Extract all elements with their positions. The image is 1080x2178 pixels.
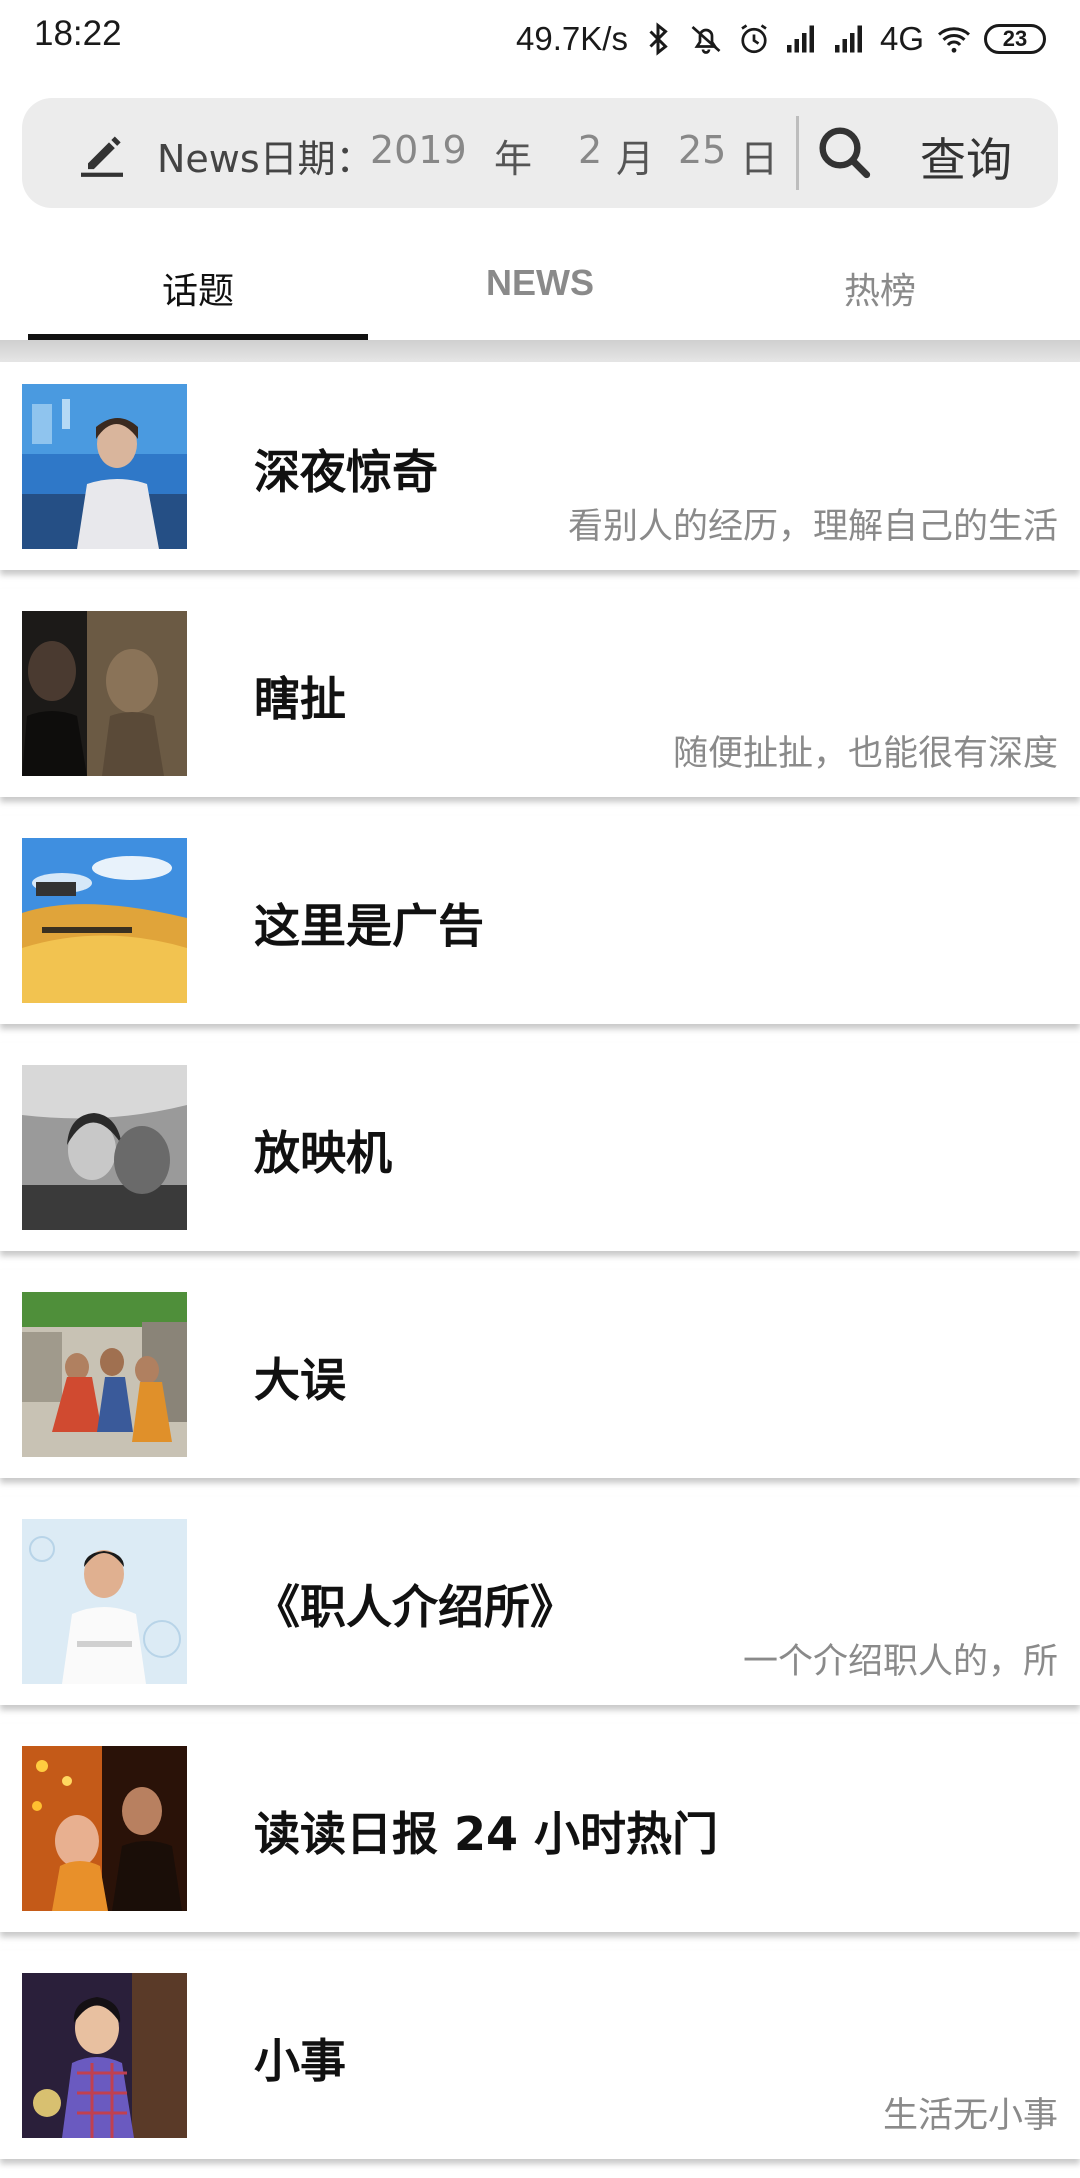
signal-icon: [834, 25, 862, 53]
item-title: 深夜惊奇: [254, 445, 438, 499]
edit-icon[interactable]: [74, 126, 130, 182]
query-button[interactable]: 查询: [920, 124, 1012, 190]
item-title: 读读日报 24 小时热门: [254, 1807, 719, 1861]
topic-list: 深夜惊奇 看别人的经历，理解自己的生活 瞎扯 随便扯扯，也能很有深度 这里是广告…: [0, 362, 1080, 2178]
thumbnail-image: [22, 1746, 187, 1911]
year-unit: 年: [494, 137, 533, 181]
tab-topics[interactable]: 话题: [28, 262, 368, 314]
list-item[interactable]: 放映机: [0, 1043, 1080, 1251]
tab-divider: [0, 340, 1080, 362]
list-item[interactable]: 瞎扯 随便扯扯，也能很有深度: [0, 589, 1080, 797]
search-icon[interactable]: [812, 120, 876, 184]
thumbnail-image: [22, 1519, 187, 1684]
status-icons: 49.7K/s 4G 23: [516, 14, 1046, 64]
thumbnail-image: [22, 1292, 187, 1457]
status-bar: 18:22 49.7K/s 4G 23: [0, 0, 1080, 80]
list-item[interactable]: 读读日报 24 小时热门: [0, 1724, 1080, 1932]
year-value[interactable]: 2019: [370, 128, 467, 172]
item-subtitle: 生活无小事: [882, 2096, 1058, 2136]
item-title: 放映机: [254, 1126, 392, 1180]
list-item[interactable]: 《职人介绍所》 一个介绍职人的，所: [0, 1497, 1080, 1705]
list-item[interactable]: 小事 生活无小事: [0, 1951, 1080, 2159]
status-time: 18:22: [34, 14, 122, 53]
day-unit: 日: [740, 137, 779, 181]
thumbnail-image: [22, 838, 187, 1003]
item-title: 《职人介绍所》: [254, 1580, 576, 1634]
tab-news[interactable]: NEWS: [370, 262, 710, 304]
network-type: 4G: [879, 20, 924, 57]
month-value[interactable]: 2: [578, 128, 602, 172]
item-title: 小事: [254, 2034, 346, 2088]
thumbnail-image: [22, 384, 187, 549]
item-title: 这里是广告: [254, 899, 484, 953]
list-item[interactable]: 深夜惊奇 看别人的经历，理解自己的生活: [0, 362, 1080, 570]
item-title: 大误: [254, 1353, 346, 1407]
bluetooth-icon: [649, 22, 668, 56]
tab-hot-list[interactable]: 热榜: [710, 262, 1050, 314]
date-query-bar: News日期： 2019 年 2 月 25 日 查询: [22, 98, 1058, 208]
mute-icon: [691, 25, 721, 54]
day-value[interactable]: 25: [678, 128, 726, 172]
month-unit: 月: [616, 137, 655, 181]
battery-icon: 23: [984, 24, 1046, 54]
item-subtitle: 随便扯扯，也能很有深度: [672, 734, 1058, 774]
thumbnail-image: [22, 1065, 187, 1230]
net-speed: 49.7K/s: [516, 20, 628, 57]
tab-bar: 话题 NEWS 热榜: [0, 240, 1080, 340]
alarm-icon: [741, 24, 767, 54]
query-divider: [796, 116, 799, 190]
signal-icon: [786, 25, 814, 53]
list-item[interactable]: 大误: [0, 1270, 1080, 1478]
date-label: News日期：: [157, 137, 374, 181]
item-subtitle: 一个介绍职人的，所: [742, 1642, 1058, 1682]
thumbnail-image: [22, 611, 187, 776]
thumbnail-image: [22, 1973, 187, 2138]
list-item[interactable]: 这里是广告: [0, 816, 1080, 1024]
item-title: 瞎扯: [254, 672, 346, 726]
wifi-icon: [938, 27, 970, 53]
item-subtitle: 看别人的经历，理解自己的生活: [567, 507, 1058, 547]
